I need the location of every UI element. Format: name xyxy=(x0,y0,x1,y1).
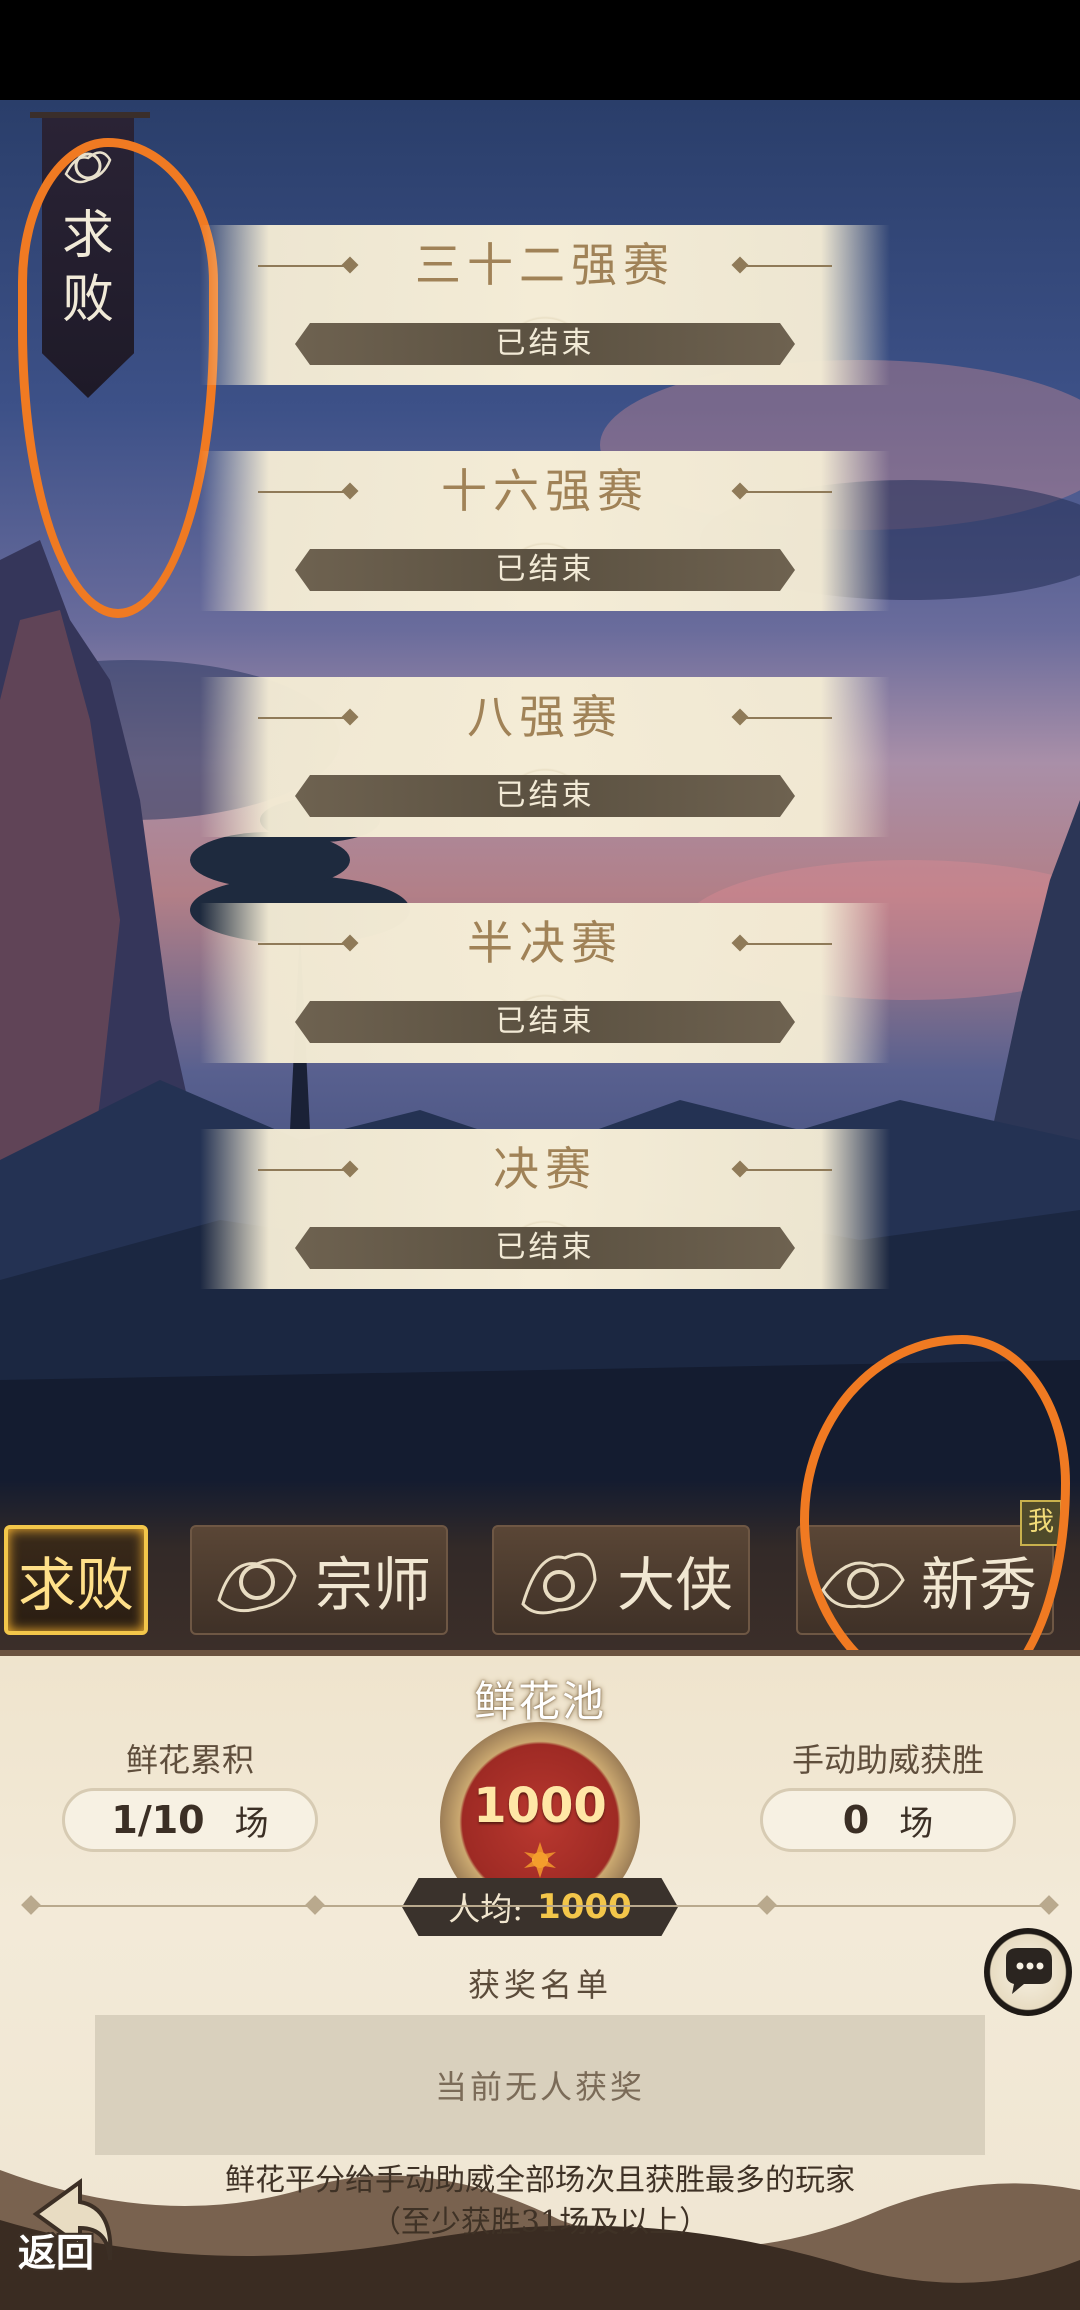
tab-zongshi[interactable]: 宗师 xyxy=(190,1525,448,1635)
stage-card-round-of-16[interactable]: 十六强赛 已结束 xyxy=(200,451,890,611)
stat-value: 1/10 xyxy=(111,1798,205,1842)
flower-icon xyxy=(524,1842,556,1878)
pool-title: 鲜花池 xyxy=(473,1677,606,1726)
back-button[interactable]: 返回 xyxy=(18,2222,94,2277)
stage-status: 已结束 xyxy=(295,549,795,591)
stage-card-semifinal[interactable]: 半决赛 已结束 xyxy=(200,903,890,1063)
avg-label: 人均: xyxy=(448,1890,524,1928)
chat-button[interactable] xyxy=(984,1928,1072,2016)
reward-rule-text: 鲜花平分给手动助威全部场次且获胜最多的玩家（至少获胜31场及以上） xyxy=(225,2163,855,2240)
title-ornament xyxy=(742,491,832,493)
tab-label: 大侠 xyxy=(616,1551,733,1619)
title-ornament xyxy=(742,1169,832,1171)
winners-list-title: 获奖名单 xyxy=(467,1966,612,2004)
stage-card-final[interactable]: 决赛 已结束 xyxy=(200,1129,890,1289)
title-ornament xyxy=(742,717,832,719)
tiger-emblem-icon xyxy=(217,1558,297,1613)
stage-card-quarterfinal[interactable]: 八强赛 已结束 xyxy=(200,677,890,837)
title-ornament xyxy=(742,943,832,945)
banner-rod xyxy=(30,112,150,118)
flower-accumulation-value: 1/10 场 xyxy=(62,1788,318,1852)
title-ornament xyxy=(742,265,832,267)
flower-accumulation-label: 鲜花累积 xyxy=(125,1741,254,1779)
stage-status: 已结束 xyxy=(295,775,795,817)
stage-status: 已结束 xyxy=(295,1001,795,1043)
stat-value: 0 xyxy=(842,1798,870,1842)
divider xyxy=(28,1905,1052,1907)
chat-bubble-icon xyxy=(1006,1948,1052,1994)
stat-unit: 场 xyxy=(899,1803,934,1844)
dragon-emblem-icon xyxy=(521,1552,597,1615)
stat-unit: 场 xyxy=(234,1803,269,1844)
pool-value: 1000 xyxy=(473,1778,607,1834)
stage-card-round-of-32[interactable]: 三十二强赛 已结束 xyxy=(200,225,890,385)
avg-value: 1000 xyxy=(537,1887,632,1927)
status-bar xyxy=(0,0,1080,100)
stage-status: 已结束 xyxy=(295,323,795,365)
average-per-person: 人均: 1000 xyxy=(402,1878,678,1936)
manual-cheer-wins-label: 手动助威获胜 xyxy=(791,1741,984,1779)
winners-empty-text: 当前无人获奖 xyxy=(434,2068,645,2106)
tab-label: 求败 xyxy=(17,1551,134,1619)
stage-status: 已结束 xyxy=(295,1227,795,1269)
tab-qiubai[interactable]: 求败 xyxy=(4,1525,148,1635)
manual-cheer-wins-value: 0 场 xyxy=(760,1788,1016,1852)
tab-daxia[interactable]: 大侠 xyxy=(492,1525,750,1635)
tab-label: 宗师 xyxy=(314,1551,431,1619)
